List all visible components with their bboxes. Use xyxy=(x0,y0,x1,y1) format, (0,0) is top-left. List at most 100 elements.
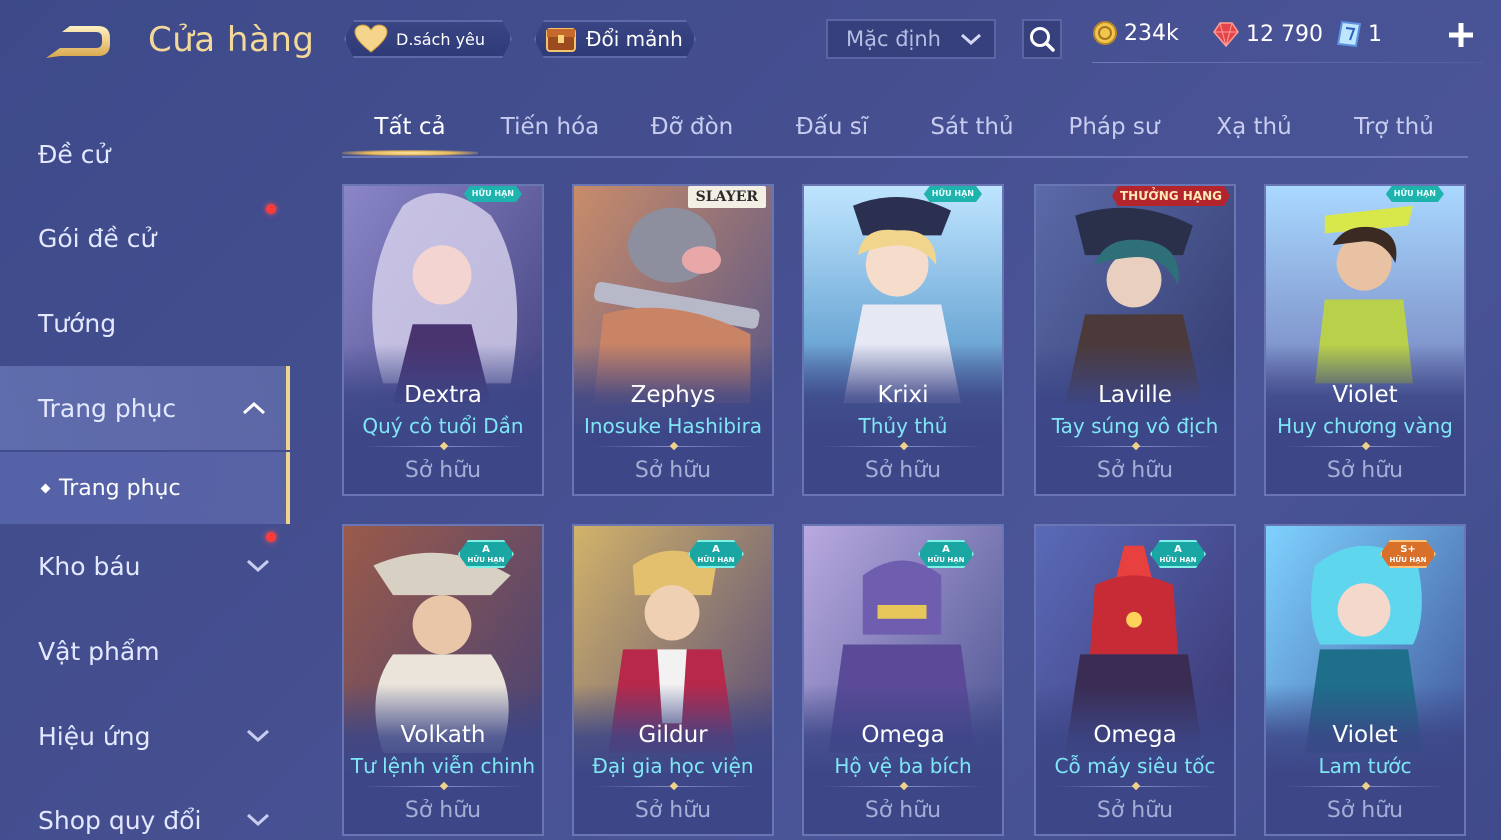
notification-dot xyxy=(266,532,276,542)
voucher-currency: 12 790 xyxy=(1212,20,1323,48)
skin-card[interactable]: SLAYER Zephys Inosuke Hashibira Sở hữu xyxy=(572,184,774,496)
chevron-up-icon xyxy=(242,401,266,415)
tab-assassin[interactable]: Sát thủ xyxy=(904,114,1040,140)
skin-name: Tư lệnh viễn chinh xyxy=(350,754,536,778)
tab-all[interactable]: Tất cả xyxy=(342,114,478,140)
sidebar-item-treasure[interactable]: Kho báu xyxy=(0,524,290,608)
gold-coin-icon xyxy=(1093,21,1117,45)
tab-marksman[interactable]: Xạ thủ xyxy=(1186,114,1322,140)
sort-value: Mặc định xyxy=(846,27,941,51)
gold-currency: 234k xyxy=(1092,20,1179,46)
sidebar-item-recommended-bundles[interactable]: Gói đề cử xyxy=(0,196,290,280)
sidebar-item-label: Tướng xyxy=(38,308,117,338)
limited-badge: HỮU HẠN xyxy=(1386,186,1444,202)
search-icon xyxy=(1030,27,1055,52)
sidebar-item-label: Trang phục xyxy=(38,393,177,423)
chevron-down-icon xyxy=(246,559,270,573)
chest-icon xyxy=(544,23,578,55)
skin-name: Cỗ máy siêu tốc xyxy=(1054,754,1216,778)
sidebar-item-effects[interactable]: Hiệu ứng xyxy=(0,694,290,778)
skin-card[interactable]: HỮU HẠN Violet Huy chương vàng Sở hữu xyxy=(1264,184,1466,496)
currency-divider xyxy=(1092,62,1484,63)
hero-name: Omega xyxy=(1093,722,1177,748)
skin-card[interactable]: A HỮU HẠN Volkath Tư lệnh viễn chinh Sở h… xyxy=(342,524,544,836)
skin-card[interactable]: S+ HỮU HẠN Violet Lam tước Sở hữu xyxy=(1264,524,1466,836)
owned-status: Sở hữu xyxy=(404,458,482,483)
sidebar-item-label: Kho báu xyxy=(38,551,141,581)
hero-name: Violet xyxy=(1332,722,1398,748)
owned-status: Sở hữu xyxy=(1326,798,1404,823)
hero-name: Volkath xyxy=(400,722,486,748)
tab-support[interactable]: Trợ thủ xyxy=(1326,114,1462,140)
page-title: Cửa hàng xyxy=(148,20,315,60)
skin-card[interactable]: A HỮU HẠN Gildur Đại gia học viện Sở hữu xyxy=(572,524,774,836)
plus-icon xyxy=(1449,23,1473,47)
premium-badge: THƯỞNG HẠNG xyxy=(1112,186,1230,206)
sort-dropdown[interactable]: Mặc định xyxy=(826,19,996,59)
skin-card[interactable]: HỮU HẠN Dextra Quý cô tuổi Dần Sở hữu xyxy=(342,184,544,496)
tab-evolution[interactable]: Tiến hóa xyxy=(482,114,618,140)
skin-card[interactable]: HỮU HẠN Krixi Thủy thủ Sở hữu xyxy=(802,184,1004,496)
skin-name: Hộ vệ ba bích xyxy=(834,754,972,778)
owned-status: Sở hữu xyxy=(1326,458,1404,483)
hero-name: Violet xyxy=(1332,382,1398,408)
skin-name: Đại gia học viện xyxy=(592,754,754,778)
sidebar-item-heroes[interactable]: Tướng xyxy=(0,281,290,365)
tier-badge: A HỮU HẠN xyxy=(918,540,974,568)
skin-name: Huy chương vàng xyxy=(1277,414,1453,438)
slayer-logo: SLAYER xyxy=(687,186,766,208)
limited-badge: HỮU HẠN xyxy=(924,186,982,202)
tier-badge: A HỮU HẠN xyxy=(688,540,744,568)
skin-name: Tay súng vô địch xyxy=(1051,414,1219,438)
sidebar-item-skins[interactable]: Trang phục xyxy=(0,366,290,450)
tab-fighter[interactable]: Đấu sĩ xyxy=(764,114,900,140)
back-button[interactable] xyxy=(40,22,116,64)
owned-status: Sở hữu xyxy=(864,458,942,483)
owned-status: Sở hữu xyxy=(1096,798,1174,823)
skin-card[interactable]: A HỮU HẠN Omega Cỗ máy siêu tốc Sở hữu xyxy=(1034,524,1236,836)
add-currency-button[interactable] xyxy=(1446,20,1476,50)
tab-mage[interactable]: Pháp sư xyxy=(1046,114,1182,140)
tier-badge: S+ HỮU HẠN xyxy=(1380,540,1436,568)
hero-name: Krixi xyxy=(877,382,929,408)
ticket-amount: 1 xyxy=(1368,21,1382,47)
tier-badge: A HỮU HẠN xyxy=(458,540,514,568)
favorites-label: D.sách yêu xyxy=(396,29,486,49)
sidebar-item-label: Hiệu ứng xyxy=(38,721,151,751)
tab-tank[interactable]: Đỡ đòn xyxy=(624,114,760,140)
ruby-gem-icon xyxy=(1213,22,1239,48)
skin-name: Lam tước xyxy=(1318,754,1412,778)
sidebar-subitem-skins[interactable]: Trang phục xyxy=(0,452,290,524)
exchange-fragments-button[interactable]: Đổi mảnh xyxy=(534,20,696,58)
skin-card[interactable]: THƯỞNG HẠNG Laville Tay súng vô địch Sở … xyxy=(1034,184,1236,496)
voucher-amount: 12 790 xyxy=(1246,21,1323,47)
limited-badge: HỮU HẠN xyxy=(464,186,522,202)
active-tab-indicator xyxy=(342,150,478,156)
sidebar-item-exchange-shop[interactable]: Shop quy đổi xyxy=(0,778,290,840)
sidebar: Đề cử Gói đề cử Tướng Trang phục Trang p… xyxy=(0,100,290,840)
skin-card[interactable]: A HỮU HẠN Omega Hộ vệ ba bích Sở hữu xyxy=(802,524,1004,836)
sidebar-item-label: Shop quy đổi xyxy=(38,805,202,835)
sidebar-subitem-label: Trang phục xyxy=(59,475,181,501)
ticket-currency: 1 xyxy=(1336,20,1382,48)
search-button[interactable] xyxy=(1022,19,1062,59)
chevron-down-icon xyxy=(961,33,981,45)
favorites-button[interactable]: D.sách yêu xyxy=(344,20,512,58)
hero-name: Zephys xyxy=(630,382,716,408)
owned-status: Sở hữu xyxy=(1096,458,1174,483)
hero-name: Gildur xyxy=(638,722,708,748)
chevron-down-icon xyxy=(246,813,270,827)
owned-status: Sở hữu xyxy=(404,798,482,823)
role-tabs: Tất cả Tiến hóa Đỡ đòn Đấu sĩ Sát thủ Ph… xyxy=(342,106,1468,158)
heart-icon xyxy=(354,24,388,54)
back-arrow-icon xyxy=(46,26,110,58)
hero-name: Dextra xyxy=(404,382,482,408)
tier-badge: A HỮU HẠN xyxy=(1150,540,1206,568)
skin-name: Inosuke Hashibira xyxy=(583,414,763,438)
hero-name: Omega xyxy=(861,722,945,748)
sidebar-item-recommended[interactable]: Đề cử xyxy=(0,112,290,196)
sidebar-item-items[interactable]: Vật phẩm xyxy=(0,609,290,693)
diamond-bullet-icon xyxy=(40,483,51,493)
ticket-icon xyxy=(1336,20,1362,48)
owned-status: Sở hữu xyxy=(634,798,712,823)
